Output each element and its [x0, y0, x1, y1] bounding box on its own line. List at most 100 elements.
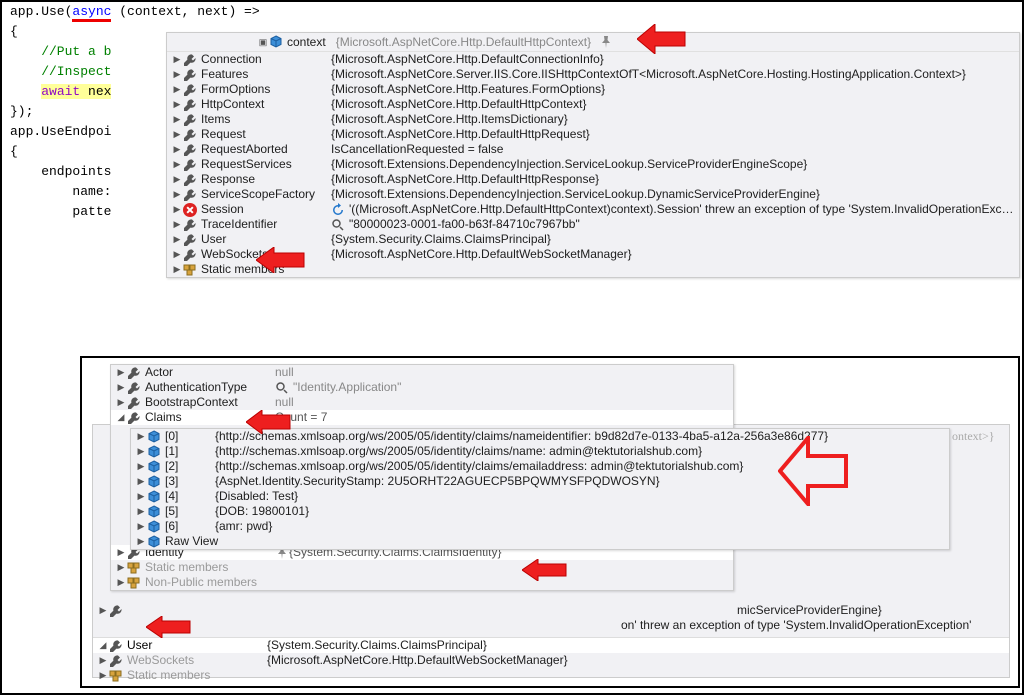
property-row[interactable]: ▶Actornull [111, 365, 733, 380]
wrench-icon [183, 98, 197, 112]
expander-icon[interactable]: ▶ [171, 97, 183, 112]
property-row[interactable]: ▶Non-Public members [111, 575, 733, 590]
visualizer-icon[interactable] [331, 218, 345, 232]
property-name: BootstrapContext [145, 395, 275, 410]
expander-icon[interactable]: ▣ [257, 37, 269, 48]
expander-icon[interactable]: ▶ [171, 82, 183, 97]
wrench-icon [127, 396, 141, 410]
property-value: "80000023-0001-fa00-b63f-84710c7967bb" [349, 217, 1015, 232]
property-row[interactable]: ▶ServiceScopeFactory{Microsoft.Extension… [167, 187, 1019, 202]
property-value: {System.Security.Claims.ClaimsPrincipal} [331, 232, 1015, 247]
expander-icon[interactable]: ▶ [171, 187, 183, 202]
property-row[interactable]: ▶ Items{Microsoft.AspNetCore.Http.ItemsDi… [167, 112, 1019, 127]
property-row[interactable]: ▶Response{Microsoft.AspNetCore.Http.Defa… [167, 172, 1019, 187]
property-name: RequestAborted [201, 142, 331, 157]
expander-icon[interactable]: ▶ [171, 247, 183, 262]
visualizer-icon[interactable] [275, 381, 289, 395]
expander-icon[interactable]: ▶ [115, 380, 127, 395]
expander-icon[interactable]: ▶ [171, 67, 183, 82]
raw-view-row[interactable]: ▶ Raw View [131, 534, 949, 549]
property-row[interactable]: ▶RequestAbortedIsCancellationRequested =… [167, 142, 1019, 157]
wrench-icon [183, 248, 197, 262]
object-icon [147, 445, 161, 459]
expander-icon[interactable]: ▶ [115, 575, 127, 590]
code-text: (context, next) => [111, 4, 259, 19]
claim-row[interactable]: ▶[5]{DOB: 19800101} [131, 504, 949, 519]
expander-icon[interactable]: ▶ [171, 232, 183, 247]
static-members-icon [127, 576, 141, 590]
datatip-header[interactable]: ▣ context {Microsoft.AspNetCore.Http.Def… [167, 33, 1019, 52]
debug-datatip-context[interactable]: ▣ context {Microsoft.AspNetCore.Http.Def… [166, 32, 1020, 278]
property-row[interactable]: ▶Connection{Microsoft.AspNetCore.Http.De… [167, 52, 1019, 67]
expander-icon[interactable]: ▶ [171, 202, 183, 217]
property-value: "Identity.Application" [293, 380, 729, 395]
property-row[interactable]: ▶ WebSockets {Microsoft.AspNetCore.Http.… [93, 653, 1009, 668]
static-members-icon [127, 561, 141, 575]
expander-icon[interactable]: ▶ [135, 444, 147, 459]
expander-icon[interactable]: ▶ [171, 217, 183, 232]
expander-icon[interactable]: ▶ [97, 603, 109, 618]
raw-view-label: Raw View [165, 534, 218, 549]
pin-icon[interactable] [599, 35, 613, 49]
wrench-icon [109, 654, 123, 668]
property-value: {Microsoft.AspNetCore.Http.DefaultHttpRe… [331, 172, 1015, 187]
truncated-text: ontext>} [952, 429, 995, 444]
expander-icon[interactable]: ▶ [135, 504, 147, 519]
expander-icon[interactable]: ▶ [135, 519, 147, 534]
expander-icon[interactable]: ▶ [171, 172, 183, 187]
expander-icon[interactable]: ▶ [135, 429, 147, 444]
property-value: Count = 7 [275, 410, 729, 425]
property-row[interactable]: ▶TraceIdentifier"80000023-0001-fa00-b63f… [167, 217, 1019, 232]
static-members-icon [183, 263, 197, 277]
expander-icon[interactable]: ▶ [171, 112, 183, 127]
expander-icon[interactable]: ▶ [171, 142, 183, 157]
property-row[interactable]: ▶Session'((Microsoft.AspNetCore.Http.Def… [167, 202, 1019, 217]
object-icon [147, 505, 161, 519]
claim-row[interactable]: ▶[6]{amr: pwd} [131, 519, 949, 534]
expander-icon[interactable]: ◢ [97, 638, 109, 653]
code-text: app.Use( [10, 4, 72, 19]
claim-index: [5] [165, 504, 215, 519]
property-row[interactable]: ▶FormOptions{Microsoft.AspNetCore.Http.F… [167, 82, 1019, 97]
datatip-type: {Microsoft.AspNetCore.Http.DefaultHttpCo… [336, 35, 591, 49]
expander-icon[interactable]: ▶ [171, 262, 183, 277]
expander-icon[interactable]: ▶ [115, 560, 127, 575]
annotation-arrow [522, 559, 568, 581]
expander-icon[interactable]: ▶ [97, 668, 109, 683]
property-name: HttpContext [201, 97, 331, 112]
property-value: {Microsoft.AspNetCore.Http.DefaultHttpCo… [331, 97, 1015, 112]
expander-icon[interactable]: ▶ [135, 459, 147, 474]
property-row[interactable]: ▶Request{Microsoft.AspNetCore.Http.Defau… [167, 127, 1019, 142]
expander-icon[interactable]: ▶ [171, 157, 183, 172]
refresh-icon[interactable] [331, 203, 345, 217]
expander-icon[interactable]: ▶ [97, 653, 109, 668]
expander-icon[interactable]: ◢ [115, 410, 127, 425]
property-name: RequestServices [201, 157, 331, 172]
property-row[interactable]: ▶Features{Microsoft.AspNetCore.Server.II… [167, 67, 1019, 82]
wrench-icon [183, 83, 197, 97]
property-row-static[interactable]: ▶ Static members [93, 668, 1009, 683]
property-value: {Microsoft.AspNetCore.Http.ItemsDictiona… [331, 112, 1015, 127]
property-row[interactable]: ▶ HttpContext{Microsoft.AspNetCore.Http.D… [167, 97, 1019, 112]
expander-icon[interactable]: ▶ [115, 395, 127, 410]
property-row[interactable]: ▶RequestServices{Microsoft.Extensions.De… [167, 157, 1019, 172]
property-row[interactable]: on' threw an exception of type 'System.I… [93, 618, 1009, 633]
expander-icon[interactable]: ▶ [115, 545, 127, 560]
property-row[interactable]: ◢ClaimsCount = 7 [111, 410, 733, 425]
property-value: {Microsoft.Extensions.DependencyInjectio… [331, 187, 1015, 202]
property-row[interactable]: ▶User{System.Security.Claims.ClaimsPrinc… [167, 232, 1019, 247]
property-row[interactable]: ▶AuthenticationType"Identity.Application… [111, 380, 733, 395]
expander-icon[interactable]: ▶ [171, 127, 183, 142]
expander-icon[interactable]: ▶ [135, 489, 147, 504]
property-name: Items [201, 112, 331, 127]
property-row[interactable]: ▶ micServiceProviderEngine} [93, 603, 1009, 618]
property-row[interactable]: ▶BootstrapContextnull [111, 395, 733, 410]
property-row[interactable]: ▶Static members [111, 560, 733, 575]
annotation-arrow [637, 24, 687, 54]
property-row-user[interactable]: ◢ User {System.Security.Claims.ClaimsPri… [93, 638, 1009, 653]
expander-icon[interactable]: ▶ [135, 474, 147, 489]
claim-index: [2] [165, 459, 215, 474]
expander-icon[interactable]: ▶ [171, 52, 183, 67]
expander-icon[interactable]: ▶ [115, 365, 127, 380]
expander-icon[interactable]: ▶ [135, 534, 147, 549]
